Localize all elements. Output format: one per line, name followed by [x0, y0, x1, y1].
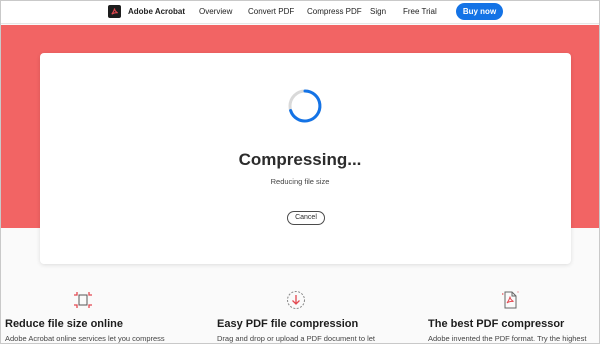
nav-link-free-trial[interactable]: Free Trial: [403, 7, 437, 16]
nav-link-compress-pdf[interactable]: Compress PDF: [307, 7, 362, 16]
feature-title-best: The best PDF compressor: [428, 318, 565, 330]
status-title: Compressing...: [238, 150, 362, 169]
feature-text-reduce: Adobe Acrobat online services let you co…: [5, 334, 165, 343]
status-subtitle: Reducing file size: [270, 177, 330, 186]
buy-now-button[interactable]: Buy now: [456, 3, 503, 20]
top-navbar: Adobe Acrobat Overview Convert PDF Compr…: [0, 0, 600, 24]
feature-text-best: Adobe invented the PDF format. Try the h…: [428, 334, 587, 343]
nav-link-convert-pdf[interactable]: Convert PDF: [248, 7, 294, 16]
cancel-button[interactable]: Cancel: [287, 211, 325, 225]
upload-arrow-icon: [287, 291, 305, 309]
feature-text-easy: Drag and drop or upload a PDF document t…: [217, 334, 376, 343]
reduce-size-icon: [74, 292, 92, 308]
nav-link-overview[interactable]: Overview: [199, 7, 232, 16]
acrobat-logo-icon[interactable]: [108, 5, 121, 18]
nav-link-sign[interactable]: Sign: [370, 7, 386, 16]
loading-spinner-icon: [288, 89, 322, 123]
feature-title-easy: Easy PDF file compression: [217, 318, 359, 330]
feature-title-reduce: Reduce file size online: [5, 318, 123, 330]
brand-name[interactable]: Adobe Acrobat: [128, 7, 185, 16]
pdf-document-icon: [502, 291, 519, 309]
